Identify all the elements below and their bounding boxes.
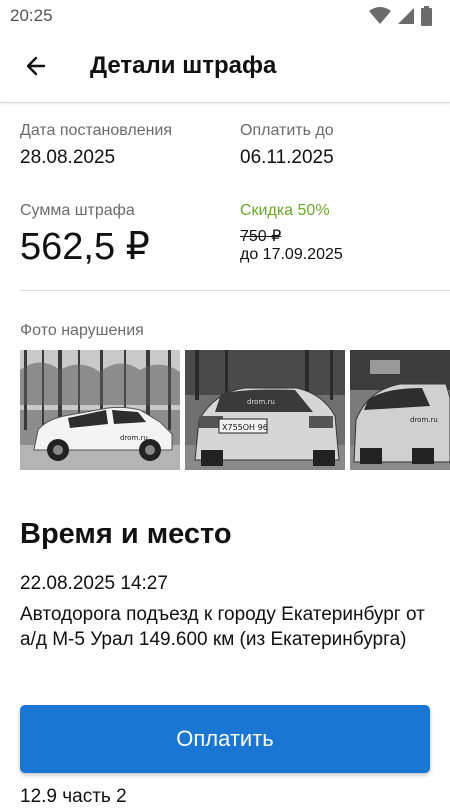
violation-photos: drom.ru drom.ru Х755ОН 96 drom.ru <box>20 350 450 470</box>
law-article: 12.9 часть 2 <box>20 786 127 807</box>
back-button[interactable] <box>16 48 56 84</box>
fine-amount: 562,5 ₽ <box>20 226 150 268</box>
photo-1-logo: drom.ru <box>120 434 148 442</box>
discount-label: Скидка 50% <box>240 202 330 219</box>
arrow-back-icon <box>26 56 46 76</box>
amount-label: Сумма штрафа <box>20 202 135 219</box>
photo-3-logo: drom.ru <box>410 416 438 424</box>
divider <box>20 290 450 291</box>
battery-icon <box>421 6 432 26</box>
status-time: 20:25 <box>10 6 53 25</box>
status-bar: 20:25 <box>0 0 450 30</box>
page-title: Детали штрафа <box>90 52 277 79</box>
violation-photo-3[interactable]: drom.ru <box>350 350 450 470</box>
wifi-icon <box>369 7 391 24</box>
photo-2-logo: drom.ru <box>247 398 275 406</box>
issue-date-value: 28.08.2025 <box>20 147 116 168</box>
violation-photo-2[interactable]: drom.ru Х755ОН 96 <box>185 350 345 470</box>
pay-until-label: Оплатить до <box>240 122 334 139</box>
cell-signal-icon <box>398 8 414 24</box>
violation-datetime: 22.08.2025 14:27 <box>20 573 168 594</box>
photo-2-plate: Х755ОН 96 <box>222 423 268 432</box>
discount-until: до 17.09.2025 <box>240 246 343 263</box>
violation-photo-1[interactable]: drom.ru <box>20 350 180 470</box>
pay-until-value: 06.11.2025 <box>240 147 334 168</box>
pay-button[interactable]: Оплатить <box>20 705 430 773</box>
time-place-title: Время и место <box>20 518 232 550</box>
photos-label: Фото нарушения <box>20 322 144 339</box>
issue-date-label: Дата постановления <box>20 122 173 139</box>
app-bar: Детали штрафа <box>0 30 450 103</box>
status-icons <box>369 6 432 26</box>
violation-address: Автодорога подъезд к городу Екатеринбург… <box>20 604 425 650</box>
original-amount: 750 ₽ <box>240 228 282 245</box>
